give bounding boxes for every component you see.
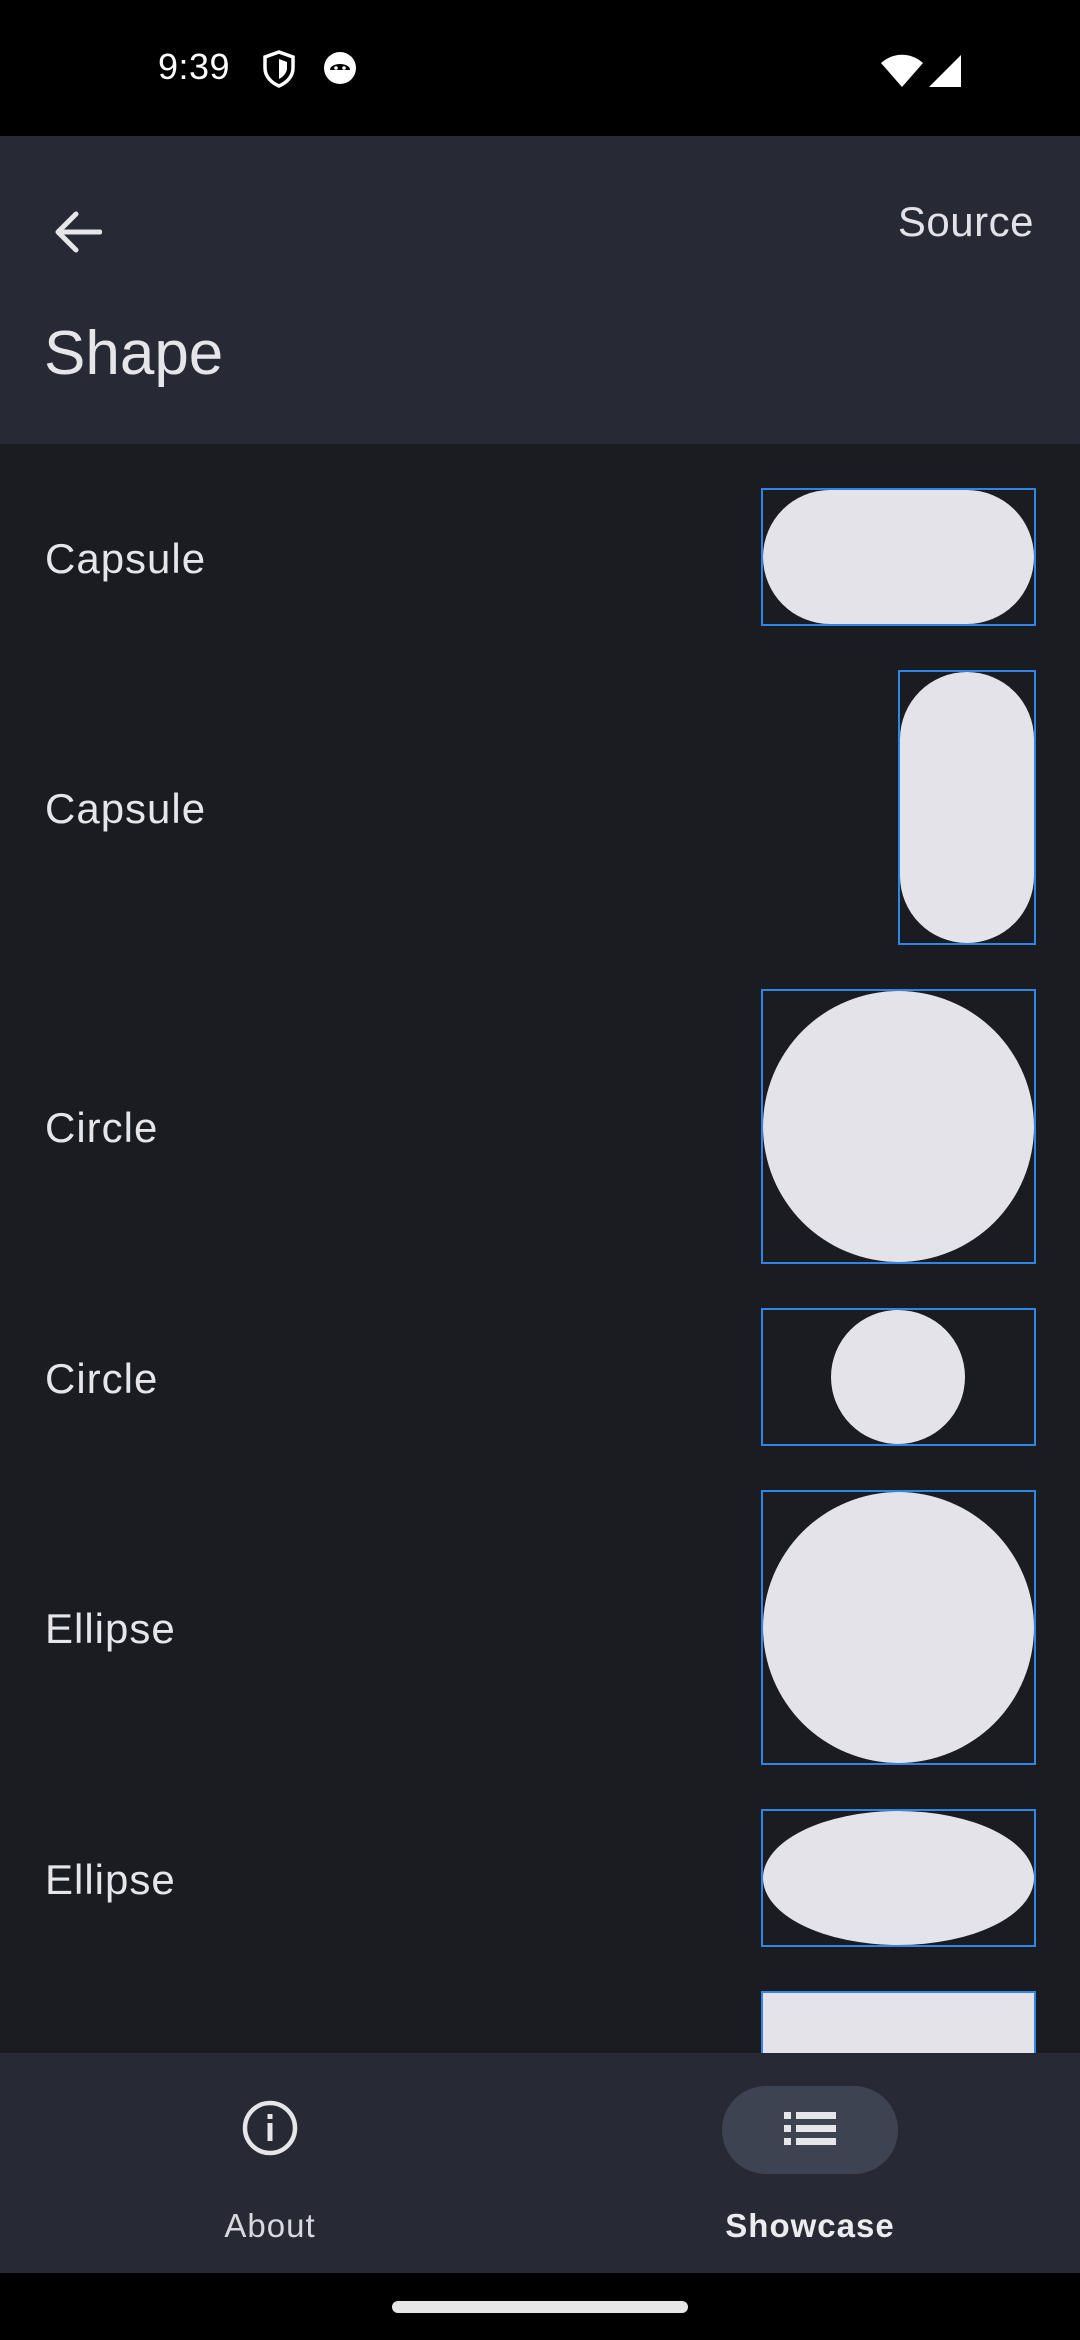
- nav-pill: [722, 2086, 898, 2174]
- nav-label: About: [224, 2207, 316, 2244]
- row-label: Ellipse: [45, 1605, 176, 1652]
- ellipse-shape: [763, 1811, 1034, 1945]
- circle-shape: [763, 991, 1034, 1262]
- info-icon: [240, 2098, 300, 2163]
- shape-frame: [761, 1308, 1036, 1446]
- rectangle-shape: [763, 1993, 1034, 2053]
- nav-item-about[interactable]: About: [0, 2053, 540, 2273]
- ellipse-shape: [763, 1492, 1034, 1763]
- shape-frame: [761, 1809, 1036, 1947]
- shape-frame: [761, 1991, 1036, 2053]
- signal-icon: [928, 54, 962, 93]
- row-label: Capsule: [45, 535, 207, 582]
- home-indicator[interactable]: [392, 2301, 688, 2313]
- row-label: Circle: [45, 1104, 159, 1151]
- capsule-shape: [900, 672, 1034, 943]
- status-time: 9:39: [158, 46, 231, 87]
- shape-frame: [761, 989, 1036, 1264]
- status-bar: 9:39: [0, 0, 1080, 136]
- back-button[interactable]: [38, 194, 118, 274]
- row-label: Ellipse: [45, 1856, 176, 1903]
- nav-item-showcase[interactable]: Showcase: [540, 2053, 1080, 2273]
- shape-frame: [898, 670, 1036, 945]
- nav-label: Showcase: [725, 2207, 895, 2244]
- circle-shape: [831, 1310, 965, 1444]
- row-label: Circle: [45, 1355, 159, 1402]
- shield-icon: [262, 50, 296, 93]
- nav-pill: [182, 2086, 358, 2174]
- shape-frame: [761, 1490, 1036, 1765]
- list-icon: [782, 2108, 838, 2153]
- source-button[interactable]: Source: [898, 198, 1034, 246]
- page-title: Shape: [44, 319, 224, 388]
- top-app-bar: Source Shape: [0, 136, 1080, 444]
- shape-frame: [761, 488, 1036, 626]
- bottom-navigation: About Showcase: [0, 2053, 1080, 2273]
- shape-list[interactable]: Capsule Capsule Circle Circle Ellipse El…: [0, 444, 1080, 2053]
- android-debug-icon: [322, 50, 358, 91]
- row-label: Capsule: [45, 785, 207, 832]
- wifi-icon: [880, 54, 924, 93]
- capsule-shape: [763, 490, 1034, 624]
- arrow-back-icon: [54, 210, 103, 259]
- gesture-bar: [0, 2273, 1080, 2340]
